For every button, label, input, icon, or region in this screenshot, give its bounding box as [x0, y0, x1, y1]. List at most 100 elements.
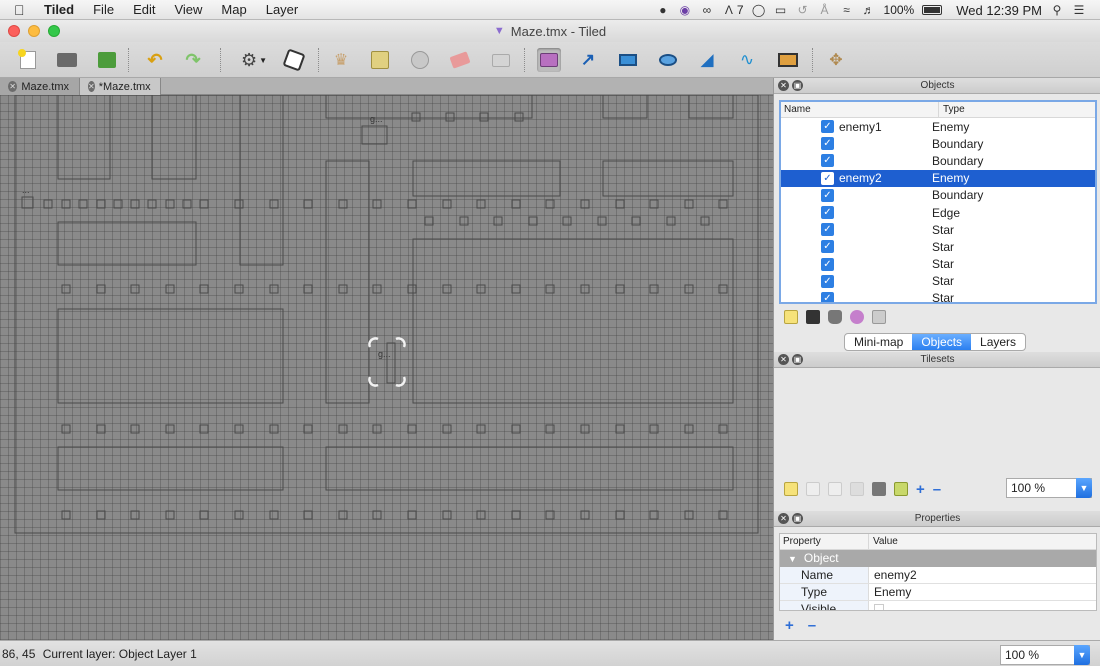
star-marker[interactable] [199, 424, 209, 434]
star-marker[interactable] [511, 199, 521, 209]
property-row-type[interactable]: Type Enemy [780, 584, 1096, 601]
remove-property-icon[interactable]: – [808, 617, 816, 634]
terrain-brush-button[interactable] [368, 48, 392, 72]
star-marker[interactable] [338, 284, 348, 294]
star-marker[interactable] [303, 424, 313, 434]
object-row[interactable]: ✓ Star [781, 273, 1095, 290]
star-marker[interactable] [338, 424, 348, 434]
bucket-fill-button[interactable] [408, 48, 432, 72]
star-marker[interactable] [649, 284, 659, 294]
star-marker[interactable] [442, 284, 452, 294]
maze-wall-block[interactable] [602, 160, 734, 197]
notification-center-icon[interactable]: ☰ [1072, 3, 1086, 17]
star-marker[interactable] [407, 424, 417, 434]
duplicate-icon[interactable] [806, 310, 820, 324]
star-marker[interactable] [562, 216, 572, 226]
menu-extra-icon[interactable]: ● [656, 3, 670, 17]
add-icon[interactable]: + [916, 481, 925, 498]
rectangle-select-button[interactable] [489, 48, 513, 72]
object-row[interactable]: ✓ Boundary [781, 187, 1095, 204]
visibility-checkbox[interactable]: ✓ [821, 274, 834, 288]
star-marker[interactable] [615, 199, 625, 209]
star-marker[interactable] [424, 216, 434, 226]
visibility-checkbox[interactable]: ✓ [821, 120, 834, 134]
airplay-icon[interactable]: ▭ [774, 3, 788, 17]
star-marker[interactable] [165, 510, 175, 520]
menu-view[interactable]: View [174, 2, 202, 17]
add-object-layer-icon[interactable] [784, 310, 798, 324]
window-minimize-button[interactable] [28, 25, 40, 37]
close-panel-icon[interactable]: ✕ [778, 354, 789, 365]
star-marker[interactable] [442, 510, 452, 520]
star-marker[interactable] [234, 284, 244, 294]
add-property-icon[interactable]: + [785, 617, 794, 634]
star-marker[interactable] [130, 284, 140, 294]
move-to-layer-icon[interactable] [850, 310, 864, 324]
star-marker[interactable] [269, 199, 279, 209]
star-marker[interactable] [165, 424, 175, 434]
close-tab-icon[interactable]: ✕ [88, 81, 95, 92]
star-marker[interactable] [615, 284, 625, 294]
tileset-zoom-select[interactable]: 100 % ▼ [1006, 478, 1092, 498]
star-marker[interactable] [476, 510, 486, 520]
visibility-checkbox[interactable]: ✓ [821, 257, 834, 271]
maze-wall-block[interactable] [57, 221, 197, 266]
open-button[interactable] [55, 48, 79, 72]
star-marker[interactable] [684, 284, 694, 294]
insert-ellipse-button[interactable] [656, 48, 680, 72]
delete-icon[interactable] [828, 310, 842, 324]
star-marker[interactable] [130, 510, 140, 520]
star-marker[interactable] [372, 510, 382, 520]
edit-polygons-button[interactable]: ↗ [576, 48, 600, 72]
insert-rectangle-button[interactable] [616, 48, 640, 72]
insert-tile-button[interactable] [776, 48, 800, 72]
chat-icon[interactable]: ◯ [752, 3, 766, 17]
star-marker[interactable] [684, 199, 694, 209]
battery-icon[interactable] [922, 5, 943, 15]
chevron-down-icon[interactable]: ▼ [1076, 478, 1092, 498]
object-row[interactable]: ✓ Boundary [781, 135, 1095, 152]
tab-maze[interactable]: ✕ Maze.tmx [0, 78, 80, 95]
star-marker[interactable] [130, 199, 140, 209]
star-marker[interactable] [269, 424, 279, 434]
menubar-clock[interactable]: Wed 12:39 PM [956, 3, 1042, 18]
insert-polyline-button[interactable]: ∿ [735, 48, 759, 72]
star-marker[interactable] [718, 424, 728, 434]
star-marker[interactable] [718, 284, 728, 294]
star-marker[interactable] [479, 112, 489, 122]
star-marker[interactable] [649, 424, 659, 434]
visibility-checkbox[interactable]: ✓ [821, 240, 834, 254]
property-group-object[interactable]: ▼ Object [780, 550, 1096, 567]
star-marker[interactable] [442, 424, 452, 434]
object-row[interactable]: ✓ Edge [781, 204, 1095, 221]
star-marker[interactable] [234, 424, 244, 434]
visibility-checkbox[interactable]: ✓ [821, 171, 834, 185]
star-marker[interactable] [407, 510, 417, 520]
star-marker[interactable] [476, 284, 486, 294]
star-marker[interactable] [372, 199, 382, 209]
star-marker[interactable] [407, 284, 417, 294]
globe-icon[interactable]: ◉ [678, 3, 692, 17]
adobe-icon[interactable]: Λ7 [722, 3, 744, 17]
star-marker[interactable] [372, 284, 382, 294]
star-marker[interactable] [476, 424, 486, 434]
object-row[interactable]: ✓ Star [781, 221, 1095, 238]
time-machine-icon[interactable]: ↺ [796, 3, 810, 17]
column-header-value[interactable]: Value [869, 534, 898, 549]
star-marker[interactable] [514, 112, 524, 122]
star-marker[interactable] [303, 284, 313, 294]
maze-wall-block[interactable] [325, 446, 734, 491]
star-marker[interactable] [96, 199, 106, 209]
tab-maze-modified[interactable]: ✕ *Maze.tmx [80, 78, 161, 95]
remove-icon[interactable]: – [933, 481, 941, 498]
visible-checkbox[interactable] [874, 604, 884, 610]
star-marker[interactable] [684, 510, 694, 520]
star-marker[interactable] [372, 424, 382, 434]
star-marker[interactable] [545, 510, 555, 520]
extra-tool-button[interactable]: ✥ [824, 48, 848, 72]
maze-wall-block[interactable] [239, 95, 284, 266]
star-marker[interactable] [718, 199, 728, 209]
star-marker[interactable] [411, 112, 421, 122]
star-marker[interactable] [445, 112, 455, 122]
star-marker[interactable] [580, 510, 590, 520]
